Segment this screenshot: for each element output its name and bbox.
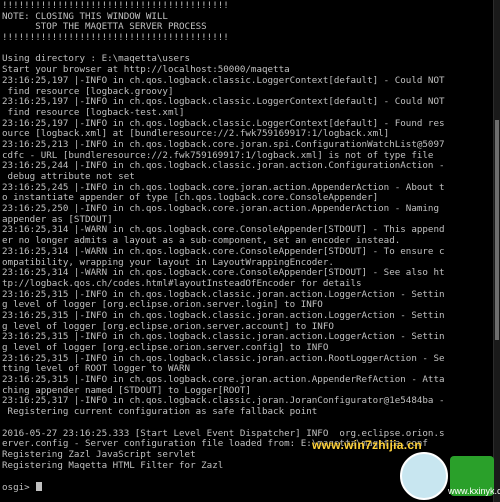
vertical-scrollbar[interactable]: [493, 0, 500, 502]
console-line: find resource [logback-test.xml]: [2, 106, 185, 118]
console-line: !!!!!!!!!!!!!!!!!!!!!!!!!!!!!!!!!!!!!!!!…: [2, 32, 229, 44]
console-line: Registering Maqetta HTML Filter for Zazl: [2, 459, 224, 471]
console-line: tp://logback.qos.ch/codes.html#layoutIns…: [2, 277, 362, 289]
command-prompt-line[interactable]: osgi>: [2, 481, 493, 493]
command-prompt: osgi>: [2, 481, 36, 493]
console-output[interactable]: !!!!!!!!!!!!!!!!!!!!!!!!!!!!!!!!!!!!!!!!…: [0, 0, 493, 502]
scrollbar-thumb[interactable]: [495, 120, 499, 340]
console-line: Registering current configuration as saf…: [2, 406, 318, 418]
console-line: Registering Zazl JavaScript servlet: [2, 448, 196, 460]
console-line: 23:16:25,314 |-WARN in ch.qos.logback.co…: [2, 245, 445, 257]
text-cursor: [36, 481, 43, 491]
console-line: 23:16:25,197 |-INFO in ch.qos.logback.cl…: [2, 74, 445, 86]
